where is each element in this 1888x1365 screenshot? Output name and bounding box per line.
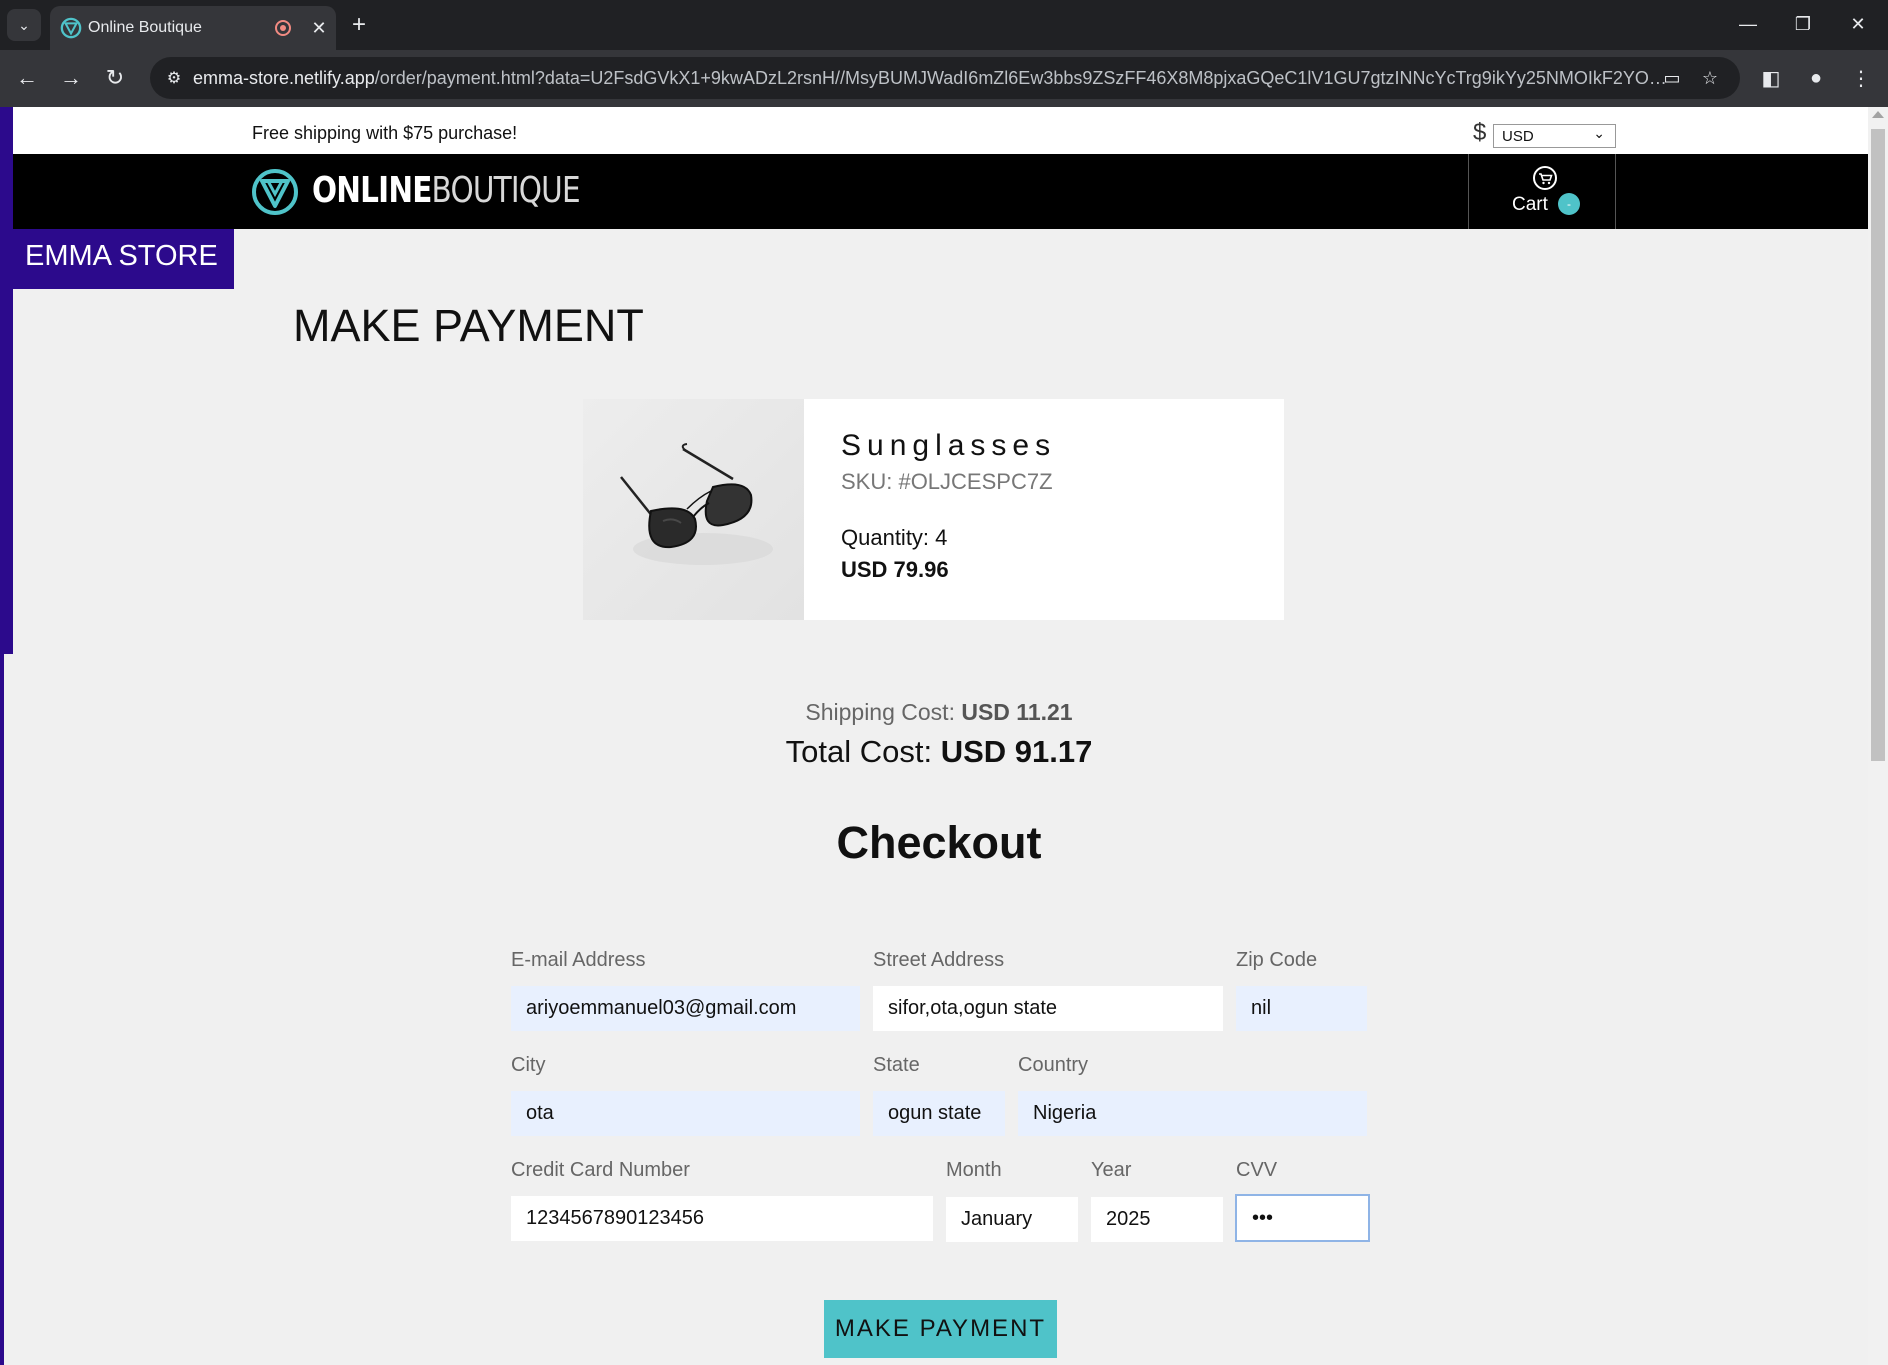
site-logo-text[interactable]: ONLINEBOUTIQUE — [312, 170, 581, 211]
country-field[interactable] — [1018, 1091, 1367, 1136]
product-quantity: Quantity: 4 — [841, 525, 948, 550]
address-bar[interactable]: ⚙ emma-store.netlify.app/order/payment.h… — [150, 57, 1740, 99]
month-label: Month — [946, 1159, 1002, 1181]
credit-card-field[interactable] — [511, 1196, 933, 1241]
free-shipping-notice: Free shipping with $75 purchase! — [252, 123, 518, 143]
make-payment-button[interactable]: MAKE PAYMENT — [824, 1300, 1057, 1358]
street-address-field[interactable] — [873, 986, 1223, 1031]
tab-close-icon[interactable]: ✕ — [306, 15, 332, 41]
boutique-logo-icon[interactable] — [251, 168, 299, 216]
credit-card-label: Credit Card Number — [511, 1159, 690, 1181]
chevron-down-icon: ⌄ — [1593, 125, 1605, 141]
cvv-field[interactable] — [1235, 1194, 1370, 1242]
minimize-icon[interactable]: — — [1728, 8, 1768, 40]
year-select[interactable] — [1091, 1197, 1223, 1242]
restore-icon[interactable]: ❐ — [1783, 8, 1823, 40]
street-address-label: Street Address — [873, 949, 1005, 971]
zip-code-field[interactable] — [1236, 986, 1367, 1031]
cart-link[interactable]: Cart - — [1468, 154, 1616, 229]
product-price: USD 79.96 — [841, 557, 949, 582]
profile-avatar-icon[interactable]: ● — [1801, 63, 1831, 93]
scrollbar-thumb[interactable] — [1871, 129, 1885, 761]
reload-icon[interactable]: ↻ — [98, 61, 132, 95]
browser-tab-bar: ⌄ Online Boutique ✕ + — ❐ ✕ — [0, 0, 1888, 50]
zip-code-label: Zip Code — [1236, 949, 1318, 971]
site-header: ONLINEBOUTIQUE Cart - — [13, 154, 1868, 229]
cart-label: Cart — [1512, 194, 1548, 215]
shipping-cost: Shipping Cost: USD 11.21 — [805, 699, 1073, 725]
product-card: Sunglasses SKU: #OLJCESPC7Z Quantity: 4 … — [583, 399, 1284, 620]
url-text[interactable]: emma-store.netlify.app/order/payment.htm… — [193, 68, 1673, 89]
tab-title: Online Boutique — [88, 19, 202, 36]
email-label: E-mail Address — [511, 949, 646, 971]
store-name-banner: EMMA STORE — [13, 229, 234, 289]
side-panel-icon[interactable]: ◧ — [1756, 63, 1786, 93]
page-title: MAKE PAYMENT — [293, 300, 644, 351]
city-label: City — [511, 1054, 546, 1076]
bookmark-star-icon[interactable]: ☆ — [1698, 66, 1722, 90]
product-sku: SKU: #OLJCESPC7Z — [841, 469, 1053, 494]
product-name: Sunglasses — [841, 429, 1057, 462]
sunglasses-image — [620, 443, 773, 565]
forward-arrow-icon[interactable]: → — [54, 61, 88, 95]
menu-kebab-icon[interactable]: ⋮ — [1846, 63, 1876, 93]
tab-search-chevron-icon[interactable]: ⌄ — [7, 9, 41, 41]
checkout-title: Checkout — [836, 817, 1042, 868]
currency-symbol: $ — [1473, 119, 1487, 146]
site-info-icon[interactable]: ⚙ — [162, 66, 186, 90]
browser-tab[interactable]: Online Boutique ✕ — [50, 6, 336, 50]
page-viewport: Free shipping with $75 purchase! $ USD ⌄… — [0, 107, 1888, 1365]
month-select[interactable] — [946, 1197, 1078, 1242]
product-image — [583, 399, 804, 620]
email-field[interactable] — [511, 986, 860, 1031]
country-label: Country — [1018, 1054, 1089, 1076]
year-label: Year — [1091, 1159, 1132, 1181]
cart-count-badge: - — [1558, 193, 1580, 215]
recording-indicator-icon — [275, 20, 291, 36]
cart-icon — [1533, 166, 1557, 190]
total-cost: Total Cost: USD 91.17 — [785, 734, 1093, 769]
new-tab-plus-icon[interactable]: + — [344, 10, 374, 40]
state-label: State — [873, 1054, 920, 1076]
currency-select[interactable]: USD ⌄ — [1493, 124, 1616, 148]
scroll-up-arrow-icon[interactable] — [1872, 111, 1884, 118]
city-field[interactable] — [511, 1091, 860, 1136]
boutique-favicon-icon — [60, 17, 82, 39]
state-field[interactable] — [873, 1091, 1005, 1136]
cvv-label: CVV — [1236, 1159, 1278, 1181]
camera-icon[interactable]: ▭ — [1660, 66, 1684, 90]
left-accent-strip — [0, 107, 13, 654]
announcement-bar: Free shipping with $75 purchase! $ USD ⌄ — [13, 107, 1868, 154]
window-close-icon[interactable]: ✕ — [1838, 8, 1878, 40]
back-arrow-icon[interactable]: ← — [10, 61, 44, 95]
browser-toolbar: ← → ↻ ⚙ emma-store.netlify.app/order/pay… — [0, 50, 1888, 107]
